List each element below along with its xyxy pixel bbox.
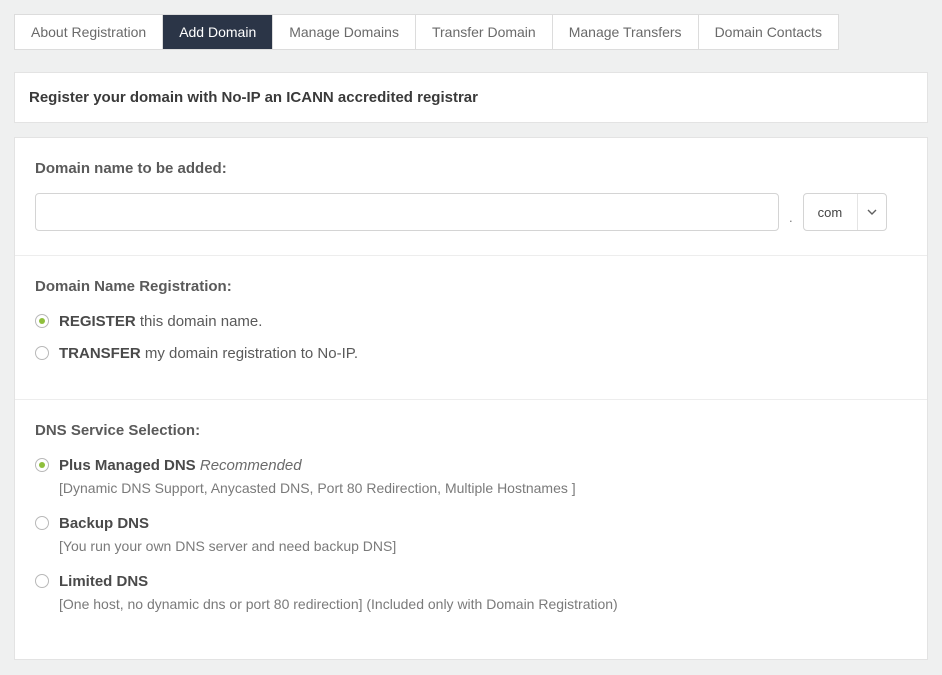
- tab-about-registration[interactable]: About Registration: [15, 15, 163, 49]
- radio-input-transfer[interactable]: [35, 346, 49, 360]
- dns-selection-label: DNS Service Selection:: [35, 422, 907, 439]
- registration-label: Domain Name Registration:: [35, 278, 907, 295]
- radio-register[interactable]: REGISTER this domain name.: [35, 311, 907, 333]
- radio-limited-label: Limited DNS [One host, no dynamic dns or…: [59, 571, 618, 615]
- domain-name-input[interactable]: [35, 193, 779, 231]
- section-dns-selection: DNS Service Selection: Plus Managed DNS …: [15, 400, 927, 639]
- radio-plus-label: Plus Managed DNS Recommended [Dynamic DN…: [59, 455, 576, 499]
- domain-input-row: . com: [35, 193, 907, 231]
- page-title: Register your domain with No-IP an ICANN…: [14, 72, 928, 123]
- radio-transfer[interactable]: TRANSFER my domain registration to No-IP…: [35, 343, 907, 365]
- radio-plus-managed-dns[interactable]: Plus Managed DNS Recommended [Dynamic DN…: [35, 455, 907, 499]
- tab-manage-transfers[interactable]: Manage Transfers: [553, 15, 699, 49]
- tab-add-domain[interactable]: Add Domain: [163, 15, 273, 49]
- domain-dot: .: [787, 210, 795, 231]
- radio-limited-dns[interactable]: Limited DNS [One host, no dynamic dns or…: [35, 571, 907, 615]
- radio-backup-label: Backup DNS [You run your own DNS server …: [59, 513, 396, 557]
- radio-backup-dns[interactable]: Backup DNS [You run your own DNS server …: [35, 513, 907, 557]
- radio-input-plus[interactable]: [35, 458, 49, 472]
- chevron-down-icon[interactable]: [858, 194, 886, 230]
- radio-plus-desc: [Dynamic DNS Support, Anycasted DNS, Por…: [59, 478, 576, 498]
- section-domain-name: Domain name to be added: . com: [15, 138, 927, 256]
- radio-transfer-label: TRANSFER my domain registration to No-IP…: [59, 343, 358, 365]
- radio-input-limited[interactable]: [35, 574, 49, 588]
- radio-input-register[interactable]: [35, 314, 49, 328]
- form-panel: Domain name to be added: . com Domain Na…: [14, 137, 928, 660]
- tab-transfer-domain[interactable]: Transfer Domain: [416, 15, 553, 49]
- tab-domain-contacts[interactable]: Domain Contacts: [699, 15, 838, 49]
- radio-input-backup[interactable]: [35, 516, 49, 530]
- radio-limited-desc: [One host, no dynamic dns or port 80 red…: [59, 594, 618, 614]
- tab-manage-domains[interactable]: Manage Domains: [273, 15, 416, 49]
- radio-register-label: REGISTER this domain name.: [59, 311, 262, 333]
- tld-select[interactable]: com: [803, 193, 887, 231]
- tab-bar: About Registration Add Domain Manage Dom…: [14, 14, 839, 50]
- section-registration: Domain Name Registration: REGISTER this …: [15, 256, 927, 400]
- radio-backup-desc: [You run your own DNS server and need ba…: [59, 536, 396, 556]
- domain-name-label: Domain name to be added:: [35, 160, 907, 177]
- tld-value: com: [804, 194, 858, 230]
